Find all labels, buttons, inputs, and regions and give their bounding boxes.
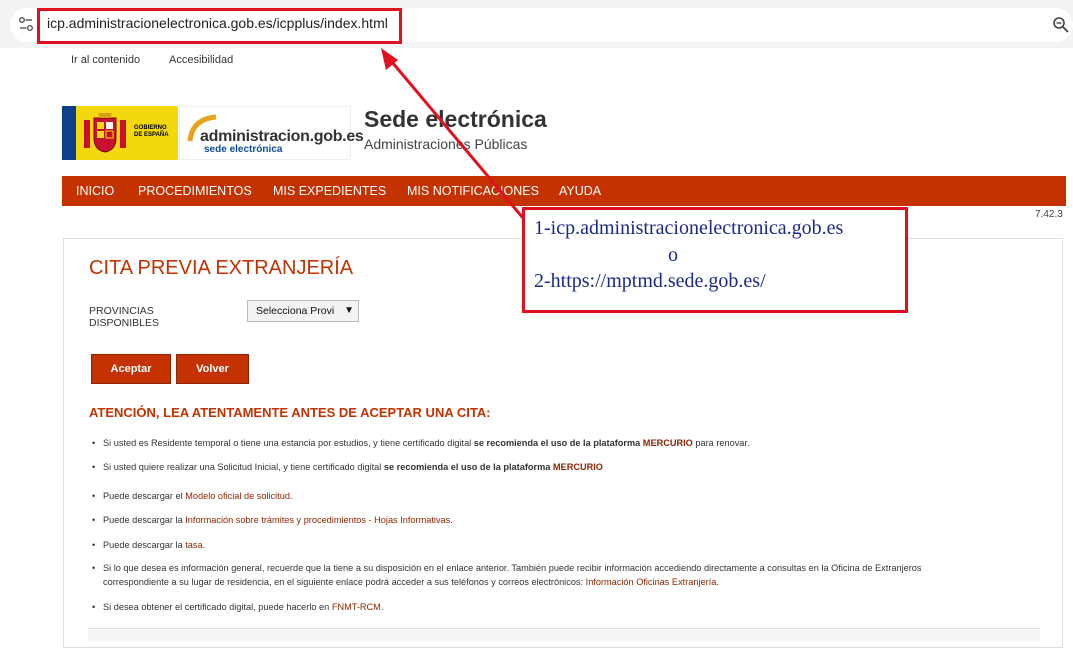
- site-subtitle: Administraciones Públicas: [364, 136, 528, 152]
- version-label: 7.42.3: [1035, 209, 1063, 220]
- nav-item-ayuda[interactable]: AYUDA: [559, 184, 601, 198]
- chevron-down-icon: ▼: [344, 305, 354, 316]
- warning-heading: ATENCIÓN, LEA ATENTAMENTE ANTES DE ACEPT…: [89, 405, 491, 420]
- skip-to-content-link[interactable]: Ir al contenido: [71, 54, 140, 66]
- gobierno-espana-logo[interactable]: GOBIERNO DE ESPAÑA: [62, 106, 178, 160]
- hojas-informativas-link[interactable]: Información sobre trámites y procedimien…: [185, 515, 450, 525]
- url-highlight-box: [37, 8, 402, 44]
- tasa-link[interactable]: tasa: [185, 540, 202, 550]
- nav-item-mis-expedientes[interactable]: MIS EXPEDIENTES: [273, 184, 386, 198]
- annotation-callout: 1-icp.administracionelectronica.gob.es o…: [522, 207, 908, 313]
- coat-of-arms-icon: [84, 113, 126, 153]
- eu-flag-strip: [62, 106, 76, 160]
- list-item: Si usted quiere realizar una Solicitud I…: [92, 460, 992, 474]
- back-button[interactable]: Volver: [176, 354, 249, 384]
- main-navigation: INICIO PROCEDIMIENTOS MIS EXPEDIENTES MI…: [62, 176, 1066, 206]
- annotation-line-3: 2-https://mptmd.sede.gob.es/: [534, 270, 766, 292]
- province-label: PROVINCIAS DISPONIBLES: [89, 305, 160, 329]
- oficinas-extranjeria-link[interactable]: Información Oficinas Extranjería: [586, 577, 717, 587]
- list-item: Puede descargar la tasa.: [92, 538, 992, 552]
- province-select[interactable]: Selecciona Provi ▼: [247, 300, 359, 322]
- site-title: Sede electrónica: [364, 106, 547, 132]
- list-item: Si usted es Residente temporal o tiene u…: [92, 436, 992, 450]
- modelo-solicitud-link[interactable]: Modelo oficial de solicitud: [185, 491, 290, 501]
- sede-electronica-logo-text: sede electrónica: [204, 144, 283, 155]
- accessibility-link[interactable]: Accesibilidad: [169, 54, 233, 66]
- mercurio-link[interactable]: MERCURIO: [553, 462, 603, 472]
- nav-item-inicio[interactable]: INICIO: [76, 184, 114, 198]
- nav-item-procedimientos[interactable]: PROCEDIMIENTOS: [138, 184, 252, 198]
- accept-button[interactable]: Aceptar: [91, 354, 171, 384]
- list-item: Si lo que desea es información general, …: [92, 561, 992, 589]
- annotation-line-2: o: [668, 244, 678, 266]
- list-item: Si desea obtener el certificado digital,…: [92, 600, 992, 614]
- footer-box: [88, 628, 1040, 641]
- site-settings-icon[interactable]: [18, 16, 34, 32]
- nav-item-mis-notificaciones[interactable]: MIS NOTIFICACIONES: [407, 184, 539, 198]
- mercurio-link[interactable]: MERCURIO: [643, 438, 693, 448]
- gobierno-text: GOBIERNO DE ESPAÑA: [134, 125, 169, 138]
- fnmt-link[interactable]: FNMT-RCM: [332, 602, 381, 612]
- province-select-value: Selecciona Provi: [256, 305, 335, 317]
- list-item: Puede descargar el Modelo oficial de sol…: [92, 489, 992, 503]
- administracion-logo[interactable]: administracion.gob.es sede electrónica: [179, 106, 364, 160]
- zoom-icon[interactable]: [1052, 16, 1070, 34]
- list-item: Puede descargar la Información sobre trá…: [92, 513, 992, 527]
- page-title: CITA PREVIA EXTRANJERÍA: [89, 257, 354, 279]
- annotation-line-1: 1-icp.administracionelectronica.gob.es: [534, 217, 844, 239]
